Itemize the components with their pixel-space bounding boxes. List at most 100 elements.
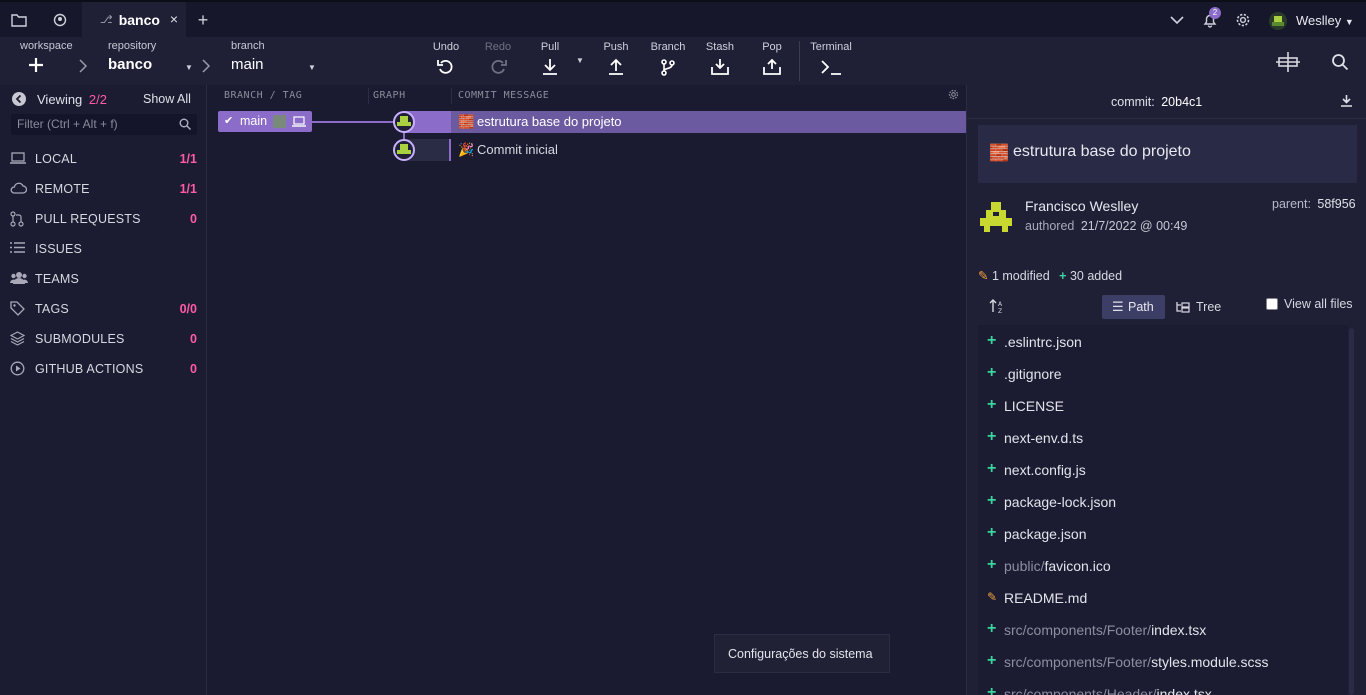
tree-icon bbox=[1176, 301, 1190, 313]
sidebar-item-label: TEAMS bbox=[35, 272, 80, 286]
commit-row[interactable]: 🎉 Commit inicial bbox=[450, 139, 966, 161]
toolbar-divider bbox=[799, 41, 800, 81]
user-menu[interactable]: Weslley ▼ bbox=[1296, 13, 1354, 28]
file-row[interactable]: + next.config.js bbox=[978, 453, 1346, 485]
file-row[interactable]: + next-env.d.ts bbox=[978, 421, 1346, 453]
tree-view-toggle[interactable]: Tree bbox=[1167, 295, 1233, 319]
file-row[interactable]: + src/components/Footer/styles.module.scs… bbox=[978, 645, 1346, 677]
modified-summary: 1 modified bbox=[991, 269, 1050, 283]
notifications-badge: 2 bbox=[1209, 7, 1221, 19]
branch-selector[interactable]: main bbox=[231, 56, 264, 73]
sidebar-item-submodules[interactable]: SUBMODULES 0 bbox=[0, 324, 207, 354]
sidebar-item-remote[interactable]: REMOTE 1/1 bbox=[0, 174, 207, 204]
collapse-panel-icon[interactable] bbox=[12, 92, 26, 106]
path-label: Path bbox=[1128, 300, 1154, 314]
authored-date: 21/7/2022 @ 00:49 bbox=[1080, 219, 1188, 233]
caret-down-icon[interactable]: ▼ bbox=[308, 63, 316, 72]
pop-icon bbox=[762, 58, 782, 76]
undo-label: Undo bbox=[432, 41, 460, 53]
column-header-graph: GRAPH bbox=[373, 90, 406, 101]
pull-options-caret-icon[interactable]: ▼ bbox=[576, 56, 584, 65]
viewing-text: Viewing bbox=[37, 92, 83, 107]
added-plus-icon: + bbox=[987, 332, 997, 349]
gitkraken-icon[interactable] bbox=[50, 10, 70, 30]
branch-button[interactable]: Branch bbox=[643, 37, 693, 85]
file-path: package-lock.json bbox=[1004, 494, 1116, 510]
commit-detail-panel: commit: 20b4c1 🧱 estrutura base do proje… bbox=[966, 85, 1366, 695]
plus-icon: + bbox=[1059, 269, 1067, 283]
file-path: .gitignore bbox=[1004, 366, 1062, 382]
added-plus-icon: + bbox=[987, 396, 997, 413]
divider bbox=[967, 118, 1366, 119]
repository-label: repository bbox=[108, 40, 157, 52]
commit-header: commit: 20b4c1 bbox=[1111, 95, 1202, 109]
viewing-label: Viewing 2/2 bbox=[37, 92, 107, 107]
parent-sha[interactable]: 58f956 bbox=[1317, 197, 1355, 211]
settings-gear-icon[interactable] bbox=[1233, 10, 1253, 30]
folder-icon[interactable] bbox=[9, 10, 29, 30]
file-name: README.md bbox=[1004, 590, 1088, 606]
filter-input[interactable]: Filter (Ctrl + Alt + f) bbox=[11, 114, 197, 135]
search-icon[interactable] bbox=[1331, 53, 1349, 71]
pull-button[interactable]: Pull bbox=[525, 37, 575, 85]
tooltip-text: Configurações do sistema bbox=[728, 647, 873, 661]
sidebar-item-local[interactable]: LOCAL 1/1 bbox=[0, 144, 207, 174]
file-row[interactable]: + public/favicon.ico bbox=[978, 549, 1346, 581]
file-row[interactable]: + package-lock.json bbox=[978, 485, 1346, 517]
push-button[interactable]: Push bbox=[591, 37, 641, 85]
repository-selector[interactable]: banco bbox=[108, 56, 152, 73]
file-dir: public/ bbox=[1004, 558, 1045, 574]
tab-repository[interactable]: ⎇ banco × bbox=[82, 2, 186, 37]
pop-button[interactable]: Pop bbox=[747, 37, 797, 85]
sidebar-item-tags[interactable]: TAGS 0/0 bbox=[0, 294, 207, 324]
sidebar-item-teams[interactable]: TEAMS bbox=[0, 264, 207, 294]
sidebar-item-github-actions[interactable]: GITHUB ACTIONS 0 bbox=[0, 354, 207, 384]
commit-title-box[interactable]: 🧱 estrutura base do projeto bbox=[978, 125, 1357, 183]
commit-title-emoji: 🧱 bbox=[989, 145, 1009, 162]
cloud-icon bbox=[10, 181, 27, 197]
avatar[interactable] bbox=[1268, 11, 1288, 31]
new-tab-button[interactable]: + bbox=[193, 10, 213, 30]
sidebar-item-label: REMOTE bbox=[35, 182, 90, 196]
file-row[interactable]: + src/components/Header/index.tsx bbox=[978, 677, 1346, 695]
sidebar-item-pull-requests[interactable]: PULL REQUESTS 0 bbox=[0, 204, 207, 234]
close-tab-icon[interactable]: × bbox=[170, 11, 178, 27]
layout-icon[interactable] bbox=[1275, 51, 1301, 73]
graph-settings-gear-icon[interactable] bbox=[948, 89, 959, 100]
file-row[interactable]: + package.json bbox=[978, 517, 1346, 549]
added-plus-icon: + bbox=[987, 460, 997, 477]
caret-down-icon[interactable]: ▼ bbox=[185, 63, 193, 72]
sidebar-item-count: 0/0 bbox=[179, 302, 197, 316]
file-list-scrollbar[interactable] bbox=[1349, 328, 1354, 695]
list-icon: ☰ bbox=[1112, 299, 1124, 314]
file-row[interactable]: + src/components/Footer/index.tsx bbox=[978, 613, 1346, 645]
sidebar-item-count: 1/1 bbox=[179, 182, 197, 196]
terminal-button[interactable]: Terminal bbox=[806, 37, 856, 85]
file-path: .eslintrc.json bbox=[1004, 334, 1082, 350]
add-workspace-icon[interactable] bbox=[28, 57, 44, 73]
file-row[interactable]: ✎ README.md bbox=[978, 581, 1346, 613]
pull-icon bbox=[541, 58, 559, 76]
file-row[interactable]: + .eslintrc.json bbox=[978, 325, 1346, 357]
chevron-down-icon[interactable] bbox=[1167, 10, 1187, 30]
pop-label: Pop bbox=[762, 41, 782, 53]
view-all-files-checkbox[interactable] bbox=[1266, 298, 1278, 310]
sort-az-icon[interactable]: AZ bbox=[989, 298, 1005, 314]
download-icon[interactable] bbox=[1340, 94, 1353, 107]
branch-label-main[interactable]: ✔ main bbox=[218, 111, 312, 132]
branch-icon: ⎇ bbox=[100, 14, 113, 26]
added-plus-icon: + bbox=[987, 556, 997, 573]
sidebar-item-label: PULL REQUESTS bbox=[35, 212, 141, 226]
redo-button[interactable]: Redo bbox=[473, 37, 523, 85]
show-all-button[interactable]: Show All bbox=[143, 92, 191, 106]
sidebar-item-issues[interactable]: ISSUES bbox=[0, 234, 207, 264]
layers-icon bbox=[10, 331, 26, 347]
commit-row[interactable]: 🧱 estrutura base do projeto bbox=[450, 111, 966, 133]
file-row[interactable]: + .gitignore bbox=[978, 357, 1346, 389]
file-dir: src/components/Footer/ bbox=[1004, 622, 1152, 638]
undo-button[interactable]: Undo bbox=[421, 37, 471, 85]
sidebar-item-count: 0 bbox=[190, 332, 197, 346]
file-row[interactable]: + LICENSE bbox=[978, 389, 1346, 421]
path-view-toggle[interactable]: ☰ Path bbox=[1102, 295, 1165, 319]
stash-button[interactable]: Stash bbox=[695, 37, 745, 85]
